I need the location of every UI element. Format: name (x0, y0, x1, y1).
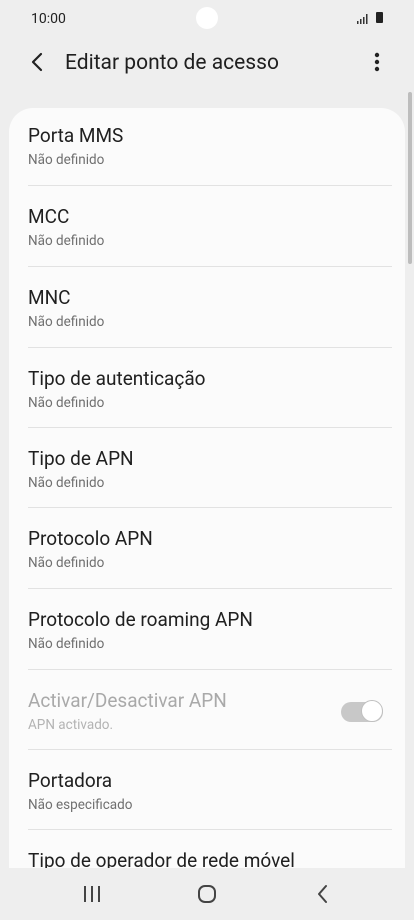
status-time: 10:00 (31, 11, 66, 27)
divider (28, 347, 392, 348)
app-bar: Editar ponto de acesso (0, 36, 414, 92)
item-title: Protocolo APN (28, 527, 153, 550)
item-subtitle: APN activado. (28, 717, 114, 733)
list-item-apn-enable: Activar/Desactivar APN APN activado. (9, 673, 405, 753)
item-subtitle: Não definido (28, 314, 105, 330)
back-nav-icon[interactable] (308, 880, 338, 908)
item-title: Portadora (28, 769, 113, 792)
list-item-apn-protocol[interactable]: Protocolo APN Não definido (9, 511, 405, 591)
list-item-mnc[interactable]: MNC Não definido (9, 270, 405, 350)
settings-list: Porta MMS Não definido MCC Não definido … (9, 108, 405, 868)
item-subtitle: Não definido (28, 233, 105, 249)
divider (28, 507, 392, 508)
home-icon[interactable] (192, 880, 222, 908)
divider (28, 749, 392, 750)
scrollbar[interactable] (408, 92, 412, 264)
more-options-icon[interactable] (365, 48, 389, 76)
item-title: Activar/Desactivar APN (28, 689, 227, 712)
camera-cutout (196, 7, 218, 29)
list-item-apn-type[interactable]: Tipo de APN Não definido (9, 431, 405, 511)
divider (28, 427, 392, 428)
item-subtitle: Não definido (28, 475, 105, 491)
item-subtitle: Não definido (28, 555, 105, 571)
item-title: MNC (28, 286, 71, 309)
navigation-bar (0, 868, 414, 920)
back-arrow-icon[interactable] (24, 48, 52, 76)
toggle-knob (361, 700, 383, 722)
item-title: Tipo de APN (28, 447, 134, 470)
item-subtitle: Não definido (28, 636, 105, 652)
list-item-mcc[interactable]: MCC Não definido (9, 189, 405, 269)
list-item-apn-roaming-protocol[interactable]: Protocolo de roaming APN Não definido (9, 592, 405, 672)
list-item-bearer[interactable]: Portadora Não especificado (9, 753, 405, 833)
list-item-mms-port[interactable]: Porta MMS Não definido (9, 108, 405, 188)
status-bar: 10:00 (0, 0, 414, 36)
divider (28, 185, 392, 186)
apn-enable-toggle (341, 700, 383, 724)
item-title: Tipo de autenticação (28, 367, 206, 390)
signal-icon (357, 14, 368, 24)
recent-apps-icon[interactable] (77, 880, 107, 908)
divider (28, 266, 392, 267)
divider (28, 829, 392, 830)
item-title: MCC (28, 205, 70, 228)
item-subtitle: Não especificado (28, 797, 133, 813)
item-subtitle: Não definido (28, 395, 105, 411)
item-title: Tipo de operador de rede móvel (28, 849, 295, 868)
page-title: Editar ponto de acesso (65, 51, 279, 75)
divider (28, 669, 392, 670)
divider (28, 588, 392, 589)
item-subtitle: Não definido (28, 152, 105, 168)
battery-icon (376, 12, 383, 23)
item-title: Protocolo de roaming APN (28, 608, 253, 631)
list-item-mvno-type[interactable]: Tipo de operador de rede móvel (9, 833, 405, 868)
item-title: Porta MMS (28, 124, 124, 147)
list-item-auth-type[interactable]: Tipo de autenticação Não definido (9, 351, 405, 431)
